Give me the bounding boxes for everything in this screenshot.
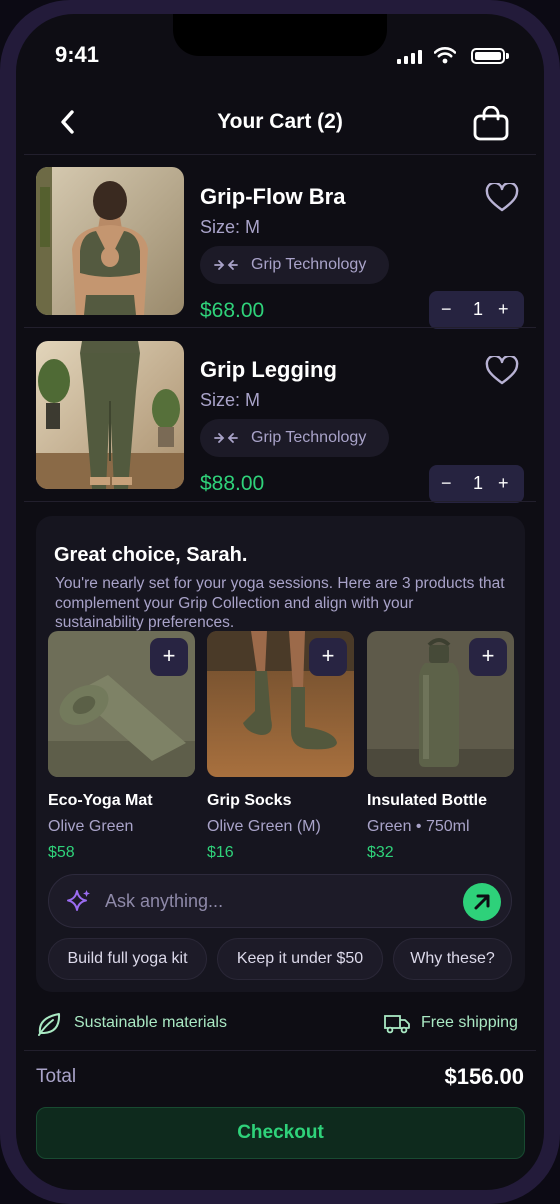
badge-label: Grip Technology	[251, 429, 367, 446]
suggestion-why-these[interactable]: Why these?	[393, 938, 512, 980]
recommended-product-price: $16	[207, 844, 234, 861]
grip-technology-badge: Grip Technology	[200, 419, 389, 457]
item-divider	[24, 501, 536, 502]
increase-quantity-button[interactable]: +	[498, 473, 509, 494]
signal-icon	[397, 50, 423, 64]
product-price: $88.00	[200, 472, 265, 495]
recommended-product-variant: Green • 750ml	[367, 818, 470, 835]
heart-icon[interactable]	[485, 356, 519, 386]
checkout-button[interactable]: Checkout	[36, 1107, 525, 1159]
product-price: $68.00	[200, 299, 265, 322]
grip-technology-icon	[214, 433, 238, 443]
recommended-product-variant: Olive Green (M)	[207, 818, 321, 835]
device-notch	[173, 14, 387, 56]
recommended-product-price: $58	[48, 844, 75, 861]
free-shipping-label: Free shipping	[421, 1014, 518, 1031]
battery-tip	[506, 53, 509, 59]
summary-divider	[24, 1050, 536, 1051]
battery-icon	[471, 48, 505, 64]
delivery-truck-icon	[384, 1015, 410, 1034]
recommended-product-price: $32	[367, 844, 394, 861]
grip-technology-badge: Grip Technology	[200, 246, 389, 284]
decrease-quantity-button[interactable]: −	[441, 473, 452, 494]
product-name[interactable]: Grip-Flow Bra	[200, 184, 345, 210]
recommended-product-name[interactable]: Insulated Bottle	[367, 792, 487, 810]
wifi-icon	[434, 47, 456, 64]
quantity-stepper: − 1 +	[429, 291, 524, 329]
page-title: Your Cart (2)	[217, 110, 343, 133]
cart-item: Grip-Flow Bra Size: M Grip Technology $6…	[16, 155, 544, 329]
add-to-cart-button[interactable]: +	[309, 638, 347, 676]
total-label: Total	[36, 1066, 77, 1087]
total-value: $156.00	[444, 1064, 524, 1089]
quantity-value: 1	[473, 473, 484, 493]
product-size: Size: M	[200, 217, 261, 237]
heart-icon[interactable]	[485, 183, 519, 213]
ask-anything-input[interactable]	[105, 889, 445, 913]
send-arrow-icon	[474, 894, 490, 910]
increase-quantity-button[interactable]: +	[498, 299, 509, 320]
cart-item: Grip Legging Size: M Grip Technology $88…	[16, 328, 544, 503]
phone-frame: 9:41 Your Cart (2) Grip-Flow Bra Size: M…	[0, 0, 560, 1204]
badge-label: Grip Technology	[251, 256, 367, 273]
suggestion-under-50[interactable]: Keep it under $50	[217, 938, 383, 980]
send-button[interactable]	[463, 883, 501, 921]
leaf-icon	[38, 1013, 61, 1036]
product-image-bra[interactable]	[36, 167, 184, 315]
grip-technology-icon	[214, 260, 238, 270]
quantity-value: 1	[473, 299, 484, 319]
recommended-product-variant: Olive Green	[48, 818, 134, 835]
sparkle-icon	[67, 890, 90, 911]
app-screen: 9:41 Your Cart (2) Grip-Flow Bra Size: M…	[16, 14, 544, 1190]
recommendation-title: Great choice, Sarah.	[54, 544, 248, 566]
quantity-stepper: − 1 +	[429, 465, 524, 503]
add-to-cart-button[interactable]: +	[150, 638, 188, 676]
status-time: 9:41	[55, 42, 100, 67]
recommendation-description: You're nearly set for your yoga sessions…	[55, 575, 505, 631]
recommended-product-name[interactable]: Grip Socks	[207, 792, 291, 810]
shopping-bag-icon[interactable]	[472, 106, 510, 142]
product-size: Size: M	[200, 390, 261, 410]
recommended-product-name[interactable]: Eco-Yoga Mat	[48, 792, 153, 810]
product-image-legging[interactable]	[36, 341, 184, 489]
decrease-quantity-button[interactable]: −	[441, 299, 452, 320]
suggestion-build-yoga-kit[interactable]: Build full yoga kit	[48, 938, 207, 980]
add-to-cart-button[interactable]: +	[469, 638, 507, 676]
assistant-input-bar	[48, 874, 512, 928]
sustainable-materials-label: Sustainable materials	[74, 1014, 227, 1031]
product-name[interactable]: Grip Legging	[200, 357, 337, 383]
